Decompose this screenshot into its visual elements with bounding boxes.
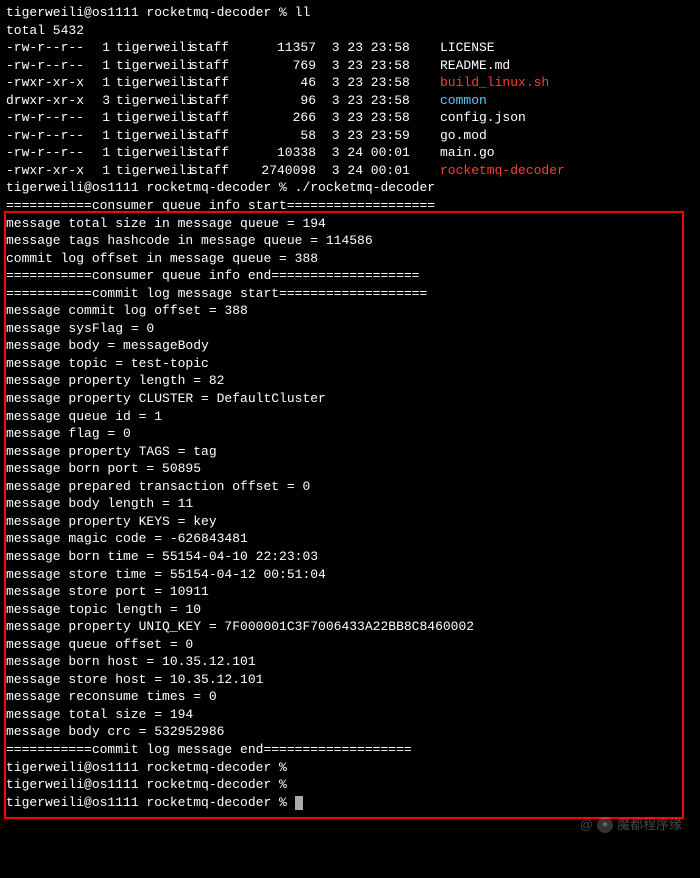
output-line: message queue offset = 0 — [6, 636, 694, 654]
terminal-output: tigerweili@os1111 rocketmq-decoder % ll … — [6, 4, 694, 811]
watermark: @ ● 魔都程序缘 — [580, 816, 682, 834]
file-row: -rw-r--r--1tigerweilistaff10338 3 24 00:… — [6, 144, 694, 162]
file-row: drwxr-xr-x3tigerweilistaff96 3 23 23:58c… — [6, 92, 694, 110]
file-name: main.go — [436, 144, 495, 162]
output-line: commit log offset in message queue = 388 — [6, 250, 694, 268]
output-line: message topic = test-topic — [6, 355, 694, 373]
output-line: message born port = 50895 — [6, 460, 694, 478]
prompt-line[interactable]: tigerweili@os1111 rocketmq-decoder % ./r… — [6, 179, 694, 197]
output-line: ===========consumer queue info start====… — [6, 197, 694, 215]
program-output: ===========consumer queue info start====… — [6, 197, 694, 759]
prompt-line[interactable]: tigerweili@os1111 rocketmq-decoder % — [6, 776, 694, 794]
file-row: -rw-r--r--1tigerweilistaff769 3 23 23:58… — [6, 57, 694, 75]
output-line: message tags hashcode in message queue =… — [6, 232, 694, 250]
output-line: message property CLUSTER = DefaultCluste… — [6, 390, 694, 408]
output-line: message topic length = 10 — [6, 601, 694, 619]
file-name: build_linux.sh — [436, 74, 549, 92]
output-line: message property TAGS = tag — [6, 443, 694, 461]
output-line: message property UNIQ_KEY = 7F000001C3F7… — [6, 618, 694, 636]
output-line: message store port = 10911 — [6, 583, 694, 601]
output-line: message body = messageBody — [6, 337, 694, 355]
prompt-line[interactable]: tigerweili@os1111 rocketmq-decoder % — [6, 794, 694, 812]
output-line: ===========consumer queue info end======… — [6, 267, 694, 285]
output-line: ===========commit log message start=====… — [6, 285, 694, 303]
prompt-line[interactable]: tigerweili@os1111 rocketmq-decoder % ll — [6, 4, 694, 22]
output-line: message store host = 10.35.12.101 — [6, 671, 694, 689]
output-line: message magic code = -626843481 — [6, 530, 694, 548]
output-line: message born time = 55154-04-10 22:23:03 — [6, 548, 694, 566]
file-row: -rwxr-xr-x1tigerweilistaff46 3 23 23:58b… — [6, 74, 694, 92]
output-line: message body crc = 532952986 — [6, 723, 694, 741]
output-line: message reconsume times = 0 — [6, 688, 694, 706]
output-line: message body length = 11 — [6, 495, 694, 513]
output-line: message store time = 55154-04-12 00:51:0… — [6, 566, 694, 584]
output-line: message sysFlag = 0 — [6, 320, 694, 338]
output-line: message prepared transaction offset = 0 — [6, 478, 694, 496]
prompt-line[interactable]: tigerweili@os1111 rocketmq-decoder % — [6, 759, 694, 777]
file-name: rocketmq-decoder — [436, 162, 565, 180]
file-row: -rw-r--r--1tigerweilistaff58 3 23 23:59g… — [6, 127, 694, 145]
file-name: config.json — [436, 109, 526, 127]
file-row: -rw-r--r--1tigerweilistaff11357 3 23 23:… — [6, 39, 694, 57]
cursor — [295, 796, 303, 810]
file-row: -rw-r--r--1tigerweilistaff266 3 23 23:58… — [6, 109, 694, 127]
output-line: message flag = 0 — [6, 425, 694, 443]
file-name: LICENSE — [436, 39, 495, 57]
output-line: message queue id = 1 — [6, 408, 694, 426]
output-line: message total size in message queue = 19… — [6, 215, 694, 233]
output-line: message total size = 194 — [6, 706, 694, 724]
total-line: total 5432 — [6, 22, 694, 40]
output-line: message property KEYS = key — [6, 513, 694, 531]
file-row: -rwxr-xr-x1tigerweilistaff2740098 3 24 0… — [6, 162, 694, 180]
output-line: message commit log offset = 388 — [6, 302, 694, 320]
output-line: message born host = 10.35.12.101 — [6, 653, 694, 671]
file-listing: -rw-r--r--1tigerweilistaff11357 3 23 23:… — [6, 39, 694, 179]
file-name: go.mod — [436, 127, 487, 145]
output-line: message property length = 82 — [6, 372, 694, 390]
file-name: common — [436, 92, 487, 110]
file-name: README.md — [436, 57, 510, 75]
wechat-icon: ● — [597, 817, 613, 833]
output-line: ===========commit log message end=======… — [6, 741, 694, 759]
